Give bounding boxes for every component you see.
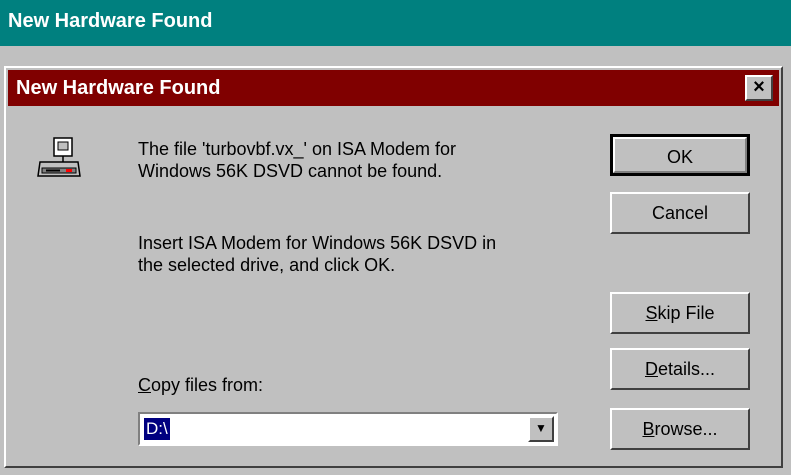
- message-insert-disk-line2: the selected drive, and click OK.: [138, 255, 396, 275]
- message-not-found-line2: Windows 56K DSVD cannot be found.: [138, 161, 443, 181]
- dialog-title: New Hardware Found: [16, 77, 221, 99]
- background-window-title: New Hardware Found: [8, 10, 213, 32]
- close-button[interactable]: ×: [745, 75, 773, 101]
- message-insert-disk-line1: Insert ISA Modem for Windows 56K DSVD in: [138, 233, 497, 253]
- dropdown-arrow-button[interactable]: ▼: [528, 416, 554, 442]
- message-insert-disk: Insert ISA Modem for Windows 56K DSVD in…: [138, 232, 496, 276]
- ok-button[interactable]: OK: [610, 134, 750, 176]
- browse-button[interactable]: Browse...: [610, 408, 750, 450]
- close-icon: ×: [753, 76, 765, 98]
- skip-file-button[interactable]: Skip File: [610, 292, 750, 334]
- chevron-down-icon: ▼: [535, 421, 547, 435]
- copy-files-value[interactable]: D:\: [144, 418, 170, 440]
- message-not-found: The file 'turbovbf.vx_' on ISA Modem for…: [138, 138, 456, 182]
- modem-drive-icon: [37, 137, 81, 177]
- cancel-button[interactable]: Cancel: [610, 192, 750, 234]
- copy-files-label: Copy files from:: [138, 375, 264, 395]
- message-not-found-line1: The file 'turbovbf.vx_' on ISA Modem for: [138, 139, 457, 159]
- background-window-titlebar: New Hardware Found: [0, 0, 791, 46]
- new-hardware-dialog: New Hardware Found × The file 'turbovbf.…: [4, 66, 783, 468]
- copy-files-combobox[interactable]: D:\ ▼: [138, 412, 558, 446]
- dialog-titlebar[interactable]: New Hardware Found ×: [8, 70, 779, 106]
- details-button[interactable]: Details...: [610, 348, 750, 390]
